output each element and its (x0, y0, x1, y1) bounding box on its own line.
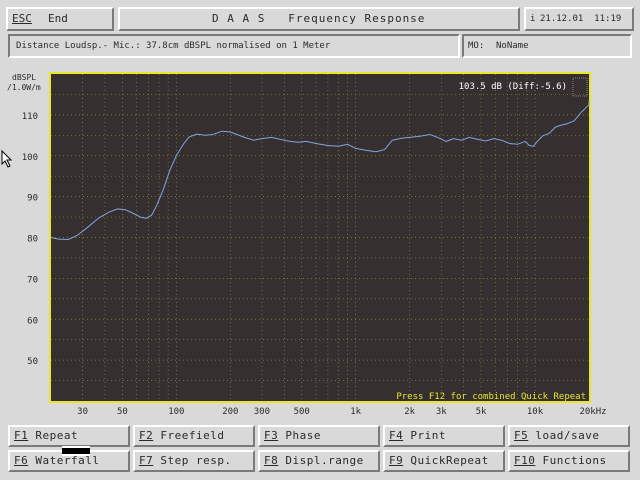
x-tick-label: 100 (168, 407, 184, 417)
f7-label: Step resp. (153, 454, 232, 467)
f7-step-resp-button[interactable]: F7 Step resp. (133, 450, 255, 472)
x-tick-label: 30 (77, 407, 88, 417)
y-tick-label: 60 (27, 316, 38, 326)
f8-label: Displ.range (278, 454, 364, 467)
x-tick-label: 1k (350, 407, 361, 417)
f10-functions-button[interactable]: F10 Functions (508, 450, 630, 472)
f10-key: F10 (514, 454, 536, 467)
f4-print-button[interactable]: F4 Print (383, 425, 505, 447)
mouse-pointer-icon (1, 149, 13, 168)
f9-key: F9 (389, 454, 404, 467)
y-tick-label: 70 (27, 275, 38, 285)
selection-cursor-bar (62, 446, 90, 456)
f4-key: F4 (389, 429, 404, 442)
x-tick-label: 500 (294, 407, 310, 417)
x-tick-label: 20kHz (579, 407, 606, 417)
x-tick-label: 3k (436, 407, 447, 417)
frequency-response-line (50, 100, 590, 241)
cursor-marker (572, 77, 588, 97)
x-tick-label: 50 (117, 407, 128, 417)
f2-freefield-button[interactable]: F2 Freefield (133, 425, 255, 447)
x-tick-label: 300 (254, 407, 270, 417)
y-tick-label: 100 (22, 153, 38, 163)
x-tick-label: 5k (476, 407, 487, 417)
y-tick-label: 50 (27, 357, 38, 367)
y-tick-label: 90 (27, 194, 38, 204)
f5-load-save-button[interactable]: F5 load/save (508, 425, 630, 447)
y-tick-label: 110 (22, 112, 38, 122)
quick-repeat-hint: Press F12 for combined Quick Repeat (396, 392, 586, 402)
f3-label: Phase (278, 429, 321, 442)
frequency-response-chart: 110 100 90 80 70 60 50 30 50 100 200 300 500 1k 2k 3k 5k… (22, 74, 607, 417)
cursor-readout: 103.5 dB (Diff:-5.6) (459, 82, 567, 92)
f7-key: F7 (139, 454, 154, 467)
f2-key: F2 (139, 429, 154, 442)
f10-label: Functions (535, 454, 607, 467)
f9-quickrepeat-button[interactable]: F9 QuickRepeat (383, 450, 505, 472)
x-tick-label: 200 (222, 407, 238, 417)
f8-key: F8 (264, 454, 279, 467)
f1-key: F1 (14, 429, 29, 442)
f8-displ-range-button[interactable]: F8 Displ.range (258, 450, 380, 472)
f1-label: Repeat (28, 429, 79, 442)
f3-phase-button[interactable]: F3 Phase (258, 425, 380, 447)
f2-label: Freefield (153, 429, 225, 442)
f4-label: Print (403, 429, 446, 442)
f9-label: QuickRepeat (403, 454, 489, 467)
f5-key: F5 (514, 429, 529, 442)
f5-label: load/save (528, 429, 600, 442)
x-tick-label: 10k (527, 407, 544, 417)
y-tick-label: 80 (27, 235, 38, 245)
f3-key: F3 (264, 429, 279, 442)
f6-key: F6 (14, 454, 29, 467)
f1-repeat-button[interactable]: F1 Repeat (8, 425, 130, 447)
x-tick-label: 2k (404, 407, 415, 417)
